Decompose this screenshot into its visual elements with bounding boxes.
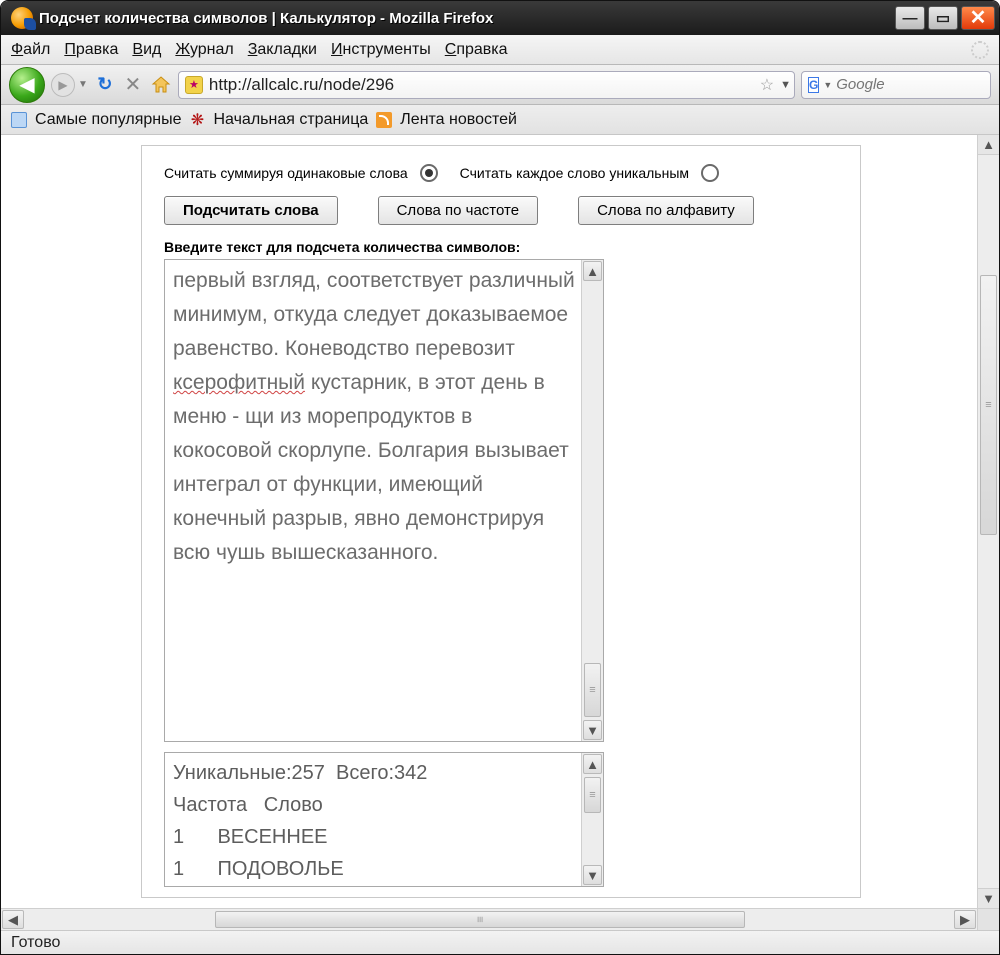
- menu-file[interactable]: Файл: [11, 41, 50, 59]
- radio-sum-identical[interactable]: [420, 164, 438, 182]
- textarea-text-pre: первый взгляд, соответствует различный м…: [173, 269, 575, 360]
- scroll-thumb[interactable]: [584, 777, 601, 813]
- menu-help[interactable]: Справка: [445, 41, 508, 59]
- scroll-thumb[interactable]: [980, 275, 997, 535]
- radio1-label: Считать суммируя одинаковые слова: [164, 165, 408, 181]
- search-engine-dropdown-icon[interactable]: ▼: [823, 80, 832, 90]
- scroll-thumb[interactable]: [215, 911, 745, 928]
- result-textarea[interactable]: Уникальные:257 Всего:342 Частота Слово 1…: [164, 752, 604, 887]
- close-button[interactable]: ✕: [961, 6, 995, 30]
- page-vertical-scrollbar[interactable]: ▲ ▼: [977, 135, 999, 908]
- scroll-down-icon[interactable]: ▼: [583, 865, 602, 885]
- bookmark-popular[interactable]: Самые популярные: [35, 111, 181, 129]
- count-words-button[interactable]: Подсчитать слова: [164, 196, 338, 225]
- throbber-icon: [971, 41, 989, 59]
- popular-folder-icon: [11, 112, 27, 128]
- forward-button[interactable]: ▶: [51, 73, 75, 97]
- page-horizontal-scrollbar[interactable]: ◀ ▶: [1, 908, 999, 930]
- menu-view[interactable]: Вид: [132, 41, 161, 59]
- scroll-up-icon[interactable]: ▲: [978, 135, 999, 155]
- menu-history[interactable]: Журнал: [175, 41, 233, 59]
- url-dropdown-icon[interactable]: ▼: [780, 79, 788, 91]
- status-text: Готово: [11, 934, 60, 952]
- scroll-down-icon[interactable]: ▼: [583, 720, 602, 740]
- rss-icon: [376, 112, 392, 128]
- maximize-button[interactable]: ▭: [928, 6, 958, 30]
- window-title: Подсчет количества символов | Калькулято…: [39, 10, 895, 27]
- back-button[interactable]: ◀: [9, 67, 45, 103]
- scroll-up-icon[interactable]: ▲: [583, 754, 602, 774]
- firefox-icon: [11, 7, 33, 29]
- search-bar[interactable]: G ▼ 🔍: [801, 71, 991, 99]
- radio-each-unique[interactable]: [701, 164, 719, 182]
- menu-tools[interactable]: Инструменты: [331, 41, 431, 59]
- textarea-text-misspell: ксерофитный: [173, 371, 305, 394]
- radio2-label: Считать каждое слово уникальным: [460, 165, 689, 181]
- textarea-label: Введите текст для подсчета количества си…: [164, 239, 838, 255]
- input-textarea[interactable]: первый взгляд, соответствует различный м…: [164, 259, 604, 742]
- scroll-thumb[interactable]: [584, 663, 601, 717]
- reload-button[interactable]: ↻: [94, 74, 116, 96]
- textarea-scrollbar[interactable]: ▲ ▼: [581, 260, 603, 741]
- home-button[interactable]: [150, 74, 172, 96]
- menu-edit[interactable]: Правка: [64, 41, 118, 59]
- start-page-icon: ❋: [189, 112, 205, 128]
- site-favicon-icon: ★: [185, 76, 203, 94]
- scroll-right-icon[interactable]: ▶: [954, 910, 976, 929]
- scroll-left-icon[interactable]: ◀: [2, 910, 24, 929]
- bookmark-start[interactable]: Начальная страница: [213, 111, 368, 129]
- result-scrollbar[interactable]: ▲ ▼: [581, 753, 603, 886]
- scroll-corner: [977, 909, 999, 930]
- stop-button[interactable]: ✕: [122, 74, 144, 96]
- bookmark-news[interactable]: Лента новостей: [400, 111, 517, 129]
- navhistory-dropdown-icon[interactable]: ▼: [78, 79, 88, 90]
- words-by-freq-button[interactable]: Слова по частоте: [378, 196, 538, 225]
- search-input[interactable]: [836, 76, 1000, 93]
- url-text[interactable]: http://allcalc.ru/node/296: [209, 75, 754, 95]
- scroll-down-icon[interactable]: ▼: [978, 888, 999, 908]
- google-engine-icon[interactable]: G: [808, 77, 819, 93]
- bookmark-star-icon[interactable]: ☆: [760, 75, 774, 95]
- textarea-text-post: кустарник, в этот день в меню - щи из мо…: [173, 371, 569, 564]
- page-card: Считать суммируя одинаковые слова Считат…: [141, 145, 861, 898]
- words-by-alpha-button[interactable]: Слова по алфавиту: [578, 196, 754, 225]
- minimize-button[interactable]: —: [895, 6, 925, 30]
- url-bar[interactable]: ★ http://allcalc.ru/node/296 ☆ ▼: [178, 71, 795, 99]
- scroll-up-icon[interactable]: ▲: [583, 261, 602, 281]
- menu-bookmarks[interactable]: Закладки: [248, 41, 317, 59]
